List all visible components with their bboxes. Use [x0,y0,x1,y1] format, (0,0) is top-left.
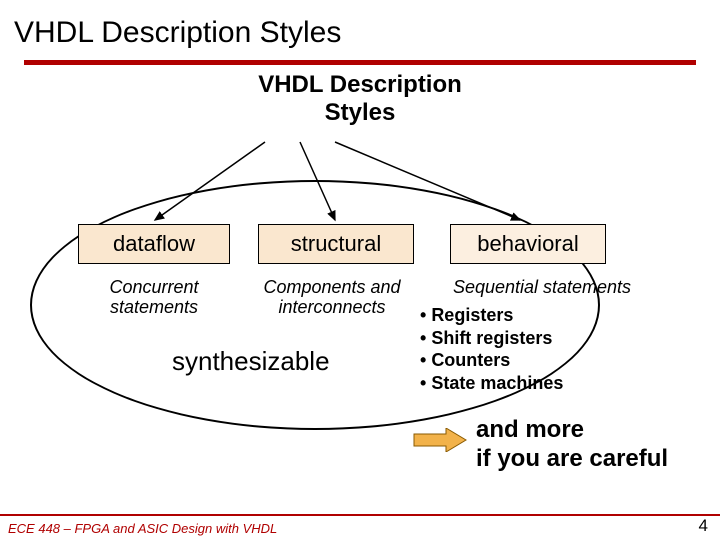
desc-dataflow-line1: Concurrent [78,278,230,298]
bullet-state-machines: State machines [420,372,563,395]
desc-structural: Components and interconnects [244,278,420,318]
desc-dataflow-line2: statements [78,298,230,318]
footer-page-number: 4 [699,516,708,536]
diagram-title-line1: VHDL Description [0,71,720,99]
note-and-more: and more if you are careful [476,416,668,474]
diagram-title-line2: Styles [0,99,720,127]
bullet-shift-registers: Shift registers [420,327,563,350]
desc-behavioral: Sequential statements [442,278,642,298]
note-line1: and more [476,416,668,445]
footer-rule [0,514,720,516]
desc-dataflow: Concurrent statements [78,278,230,318]
bullet-registers: Registers [420,304,563,327]
diagram-canvas: dataflow structural behavioral Concurren… [0,132,720,442]
bullet-counters: Counters [420,349,563,372]
box-dataflow: dataflow [78,224,230,264]
desc-structural-line1: Components and [244,278,420,298]
diagram-title: VHDL Description Styles [0,71,720,126]
box-behavioral: behavioral [450,224,606,264]
behavioral-bullets: Registers Shift registers Counters State… [420,304,563,394]
horizontal-rule [24,60,696,65]
right-arrow-icon [412,428,468,452]
footer-course-label: ECE 448 – FPGA and ASIC Design with VHDL [8,521,277,536]
label-synthesizable: synthesizable [172,346,330,377]
desc-structural-line2: interconnects [244,298,420,318]
page-title: VHDL Description Styles [0,0,720,60]
box-structural: structural [258,224,414,264]
note-line2: if you are careful [476,445,668,474]
